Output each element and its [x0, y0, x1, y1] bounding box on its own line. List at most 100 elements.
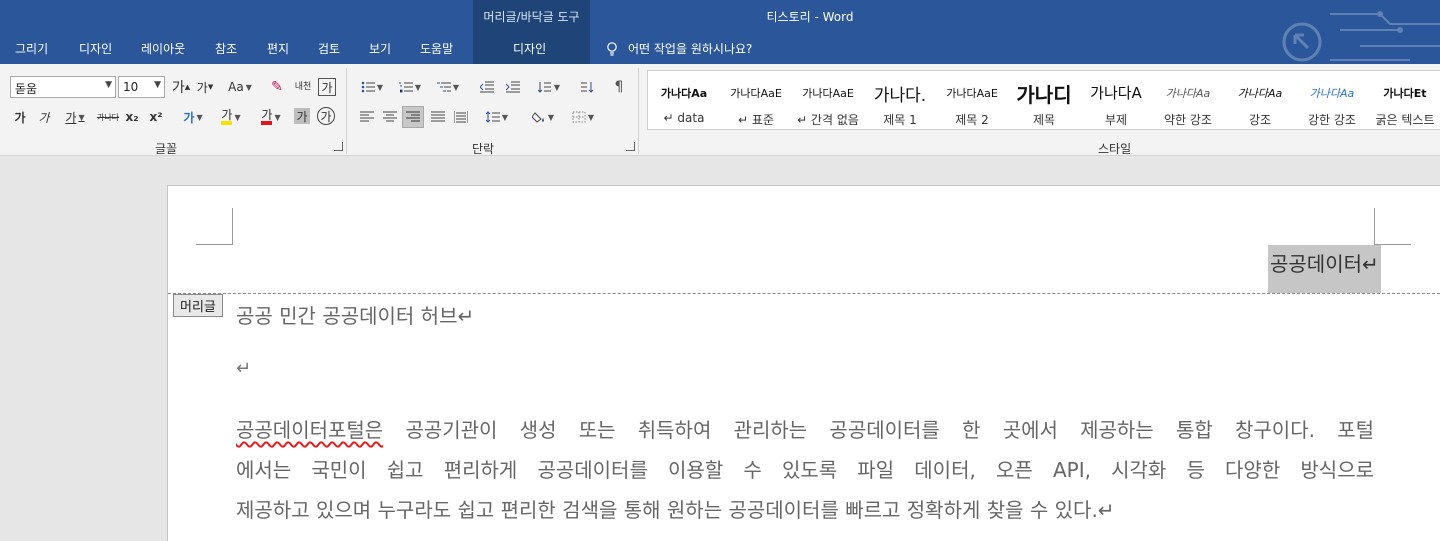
style-name: ↵ 표준 — [738, 113, 774, 127]
style-preview: 가나다Aa — [660, 87, 708, 100]
style-subtle-emphasis[interactable]: 가나다Aa 약한 강조 — [1152, 71, 1224, 129]
style-normal[interactable]: 가나다AaE ↵ 표준 — [720, 71, 792, 129]
empty-paragraph[interactable]: ↵ — [236, 358, 251, 379]
distributed-icon[interactable] — [450, 106, 472, 128]
tab-review[interactable]: 검토 — [318, 40, 340, 57]
spelling-error-word[interactable]: 공공데이터포털은 — [236, 418, 383, 442]
window-title: 티스토리 - Word — [766, 10, 854, 24]
bold-label: 가 — [14, 110, 26, 125]
style-preview: 가나다Aa — [1165, 87, 1211, 100]
font-dialog-launcher-icon[interactable] — [334, 142, 343, 151]
highlight-button[interactable]: 가 ▼ — [214, 106, 248, 128]
character-border-button[interactable]: 가 — [318, 78, 336, 96]
chevron-down-icon: ▼ — [105, 80, 112, 90]
body-line-1[interactable]: 공공데이터포털은 공공기관이 생성 또는 취득하여 관리하는 공공데이터를 한 … — [236, 414, 1374, 443]
header-text[interactable]: 공공데이터↵ — [1268, 245, 1381, 293]
style-title[interactable]: 가나디 제목 — [1008, 71, 1080, 129]
phonetic-guide-button[interactable]: 내천 — [292, 76, 314, 98]
font-size-combo[interactable]: 10 ▼ — [118, 76, 165, 98]
phonetic-guide-label: 내천 — [294, 81, 312, 92]
group-separator — [346, 68, 347, 154]
tab-layout[interactable]: 레이아웃 — [141, 40, 185, 57]
header-tag: 머리글 — [173, 294, 223, 317]
style-preview: 가나다A — [1090, 84, 1142, 102]
style-strong[interactable]: 가나다Et 굵은 텍스트 — [1368, 71, 1440, 129]
body-line-3[interactable]: 제공하고 있으며 누구라도 쉽고 편리한 검색을 통해 원하는 공공데이터를 빠… — [236, 494, 1115, 523]
increase-indent-icon[interactable] — [502, 76, 524, 98]
tab-view[interactable]: 보기 — [369, 40, 391, 57]
style-emphasis[interactable]: 가나다Aa 강조 — [1224, 71, 1296, 129]
tell-me-placeholder: 어떤 작업을 원하시나요? — [628, 42, 753, 56]
style-preview: 가나다Et — [1383, 87, 1427, 100]
change-case-button[interactable]: Aa ▼ — [222, 76, 258, 98]
font-size-value: 10 — [123, 80, 139, 94]
show-hide-marks-icon[interactable]: ¶ — [608, 76, 630, 98]
ribbon: 돋움 ▼ 10 ▼ 가 ▲ 가 ▼ Aa ▼ ✎ 내천 가 가 가 가 ▼ 가나다 x₂… — [0, 64, 1440, 156]
shading-icon[interactable]: ▼ — [526, 106, 560, 128]
grow-font-label: 가 — [171, 80, 185, 96]
change-case-label: Aa — [228, 80, 244, 94]
numbering-icon[interactable]: ▼ — [394, 76, 426, 98]
superscript-button[interactable]: x² — [146, 106, 166, 128]
font-color-button[interactable]: 가 ▼ — [254, 106, 288, 128]
grow-font-button[interactable]: 가 ▲ — [170, 76, 192, 98]
document-area: 공공데이터↵ 머리글 공공 민간 공공데이터 허브↵ ↵ 공공데이터포털은 공공… — [0, 157, 1440, 541]
heading-paragraph[interactable]: 공공 민간 공공데이터 허브↵ — [236, 300, 474, 329]
clear-formatting-icon[interactable]: ✎ — [266, 76, 288, 98]
text-direction-icon[interactable]: ▼ — [532, 76, 566, 98]
shrink-font-button[interactable]: 가 ▼ — [194, 76, 216, 98]
document-page[interactable]: 공공데이터↵ 머리글 공공 민간 공공데이터 허브↵ ↵ 공공데이터포털은 공공… — [167, 185, 1440, 541]
character-shading-button[interactable]: 가 — [294, 108, 310, 124]
style-name: 제목 2 — [955, 113, 989, 127]
tab-mailings[interactable]: 편지 — [267, 40, 289, 57]
highlight-label: 가 — [221, 109, 233, 125]
align-right-icon[interactable] — [402, 106, 424, 128]
subscript-button[interactable]: x₂ — [122, 106, 142, 128]
paragraph-dialog-launcher-icon[interactable] — [626, 142, 635, 151]
decrease-indent-icon[interactable] — [476, 76, 498, 98]
tab-draw[interactable]: 그리기 — [15, 40, 48, 57]
justify-icon[interactable] — [427, 106, 449, 128]
multilevel-list-icon[interactable]: ▼ — [432, 76, 464, 98]
italic-button[interactable]: 가 — [34, 106, 54, 128]
style-name: 약한 강조 — [1164, 113, 1212, 127]
line-spacing-icon[interactable]: ▼ — [480, 106, 514, 128]
style-name: 부제 — [1104, 113, 1128, 127]
styles-gallery: 가나다Aa ↵ data 가나다AaE ↵ 표준 가나다AaE ↵ 간격 없음 … — [647, 70, 1440, 130]
text-effects-button[interactable]: 가 ▼ — [176, 106, 210, 128]
tab-references[interactable]: 참조 — [215, 40, 237, 57]
body-line-2[interactable]: 에서는 국민이 쉽고 편리하게 공공데이터를 이용할 수 있도록 파일 데이터,… — [236, 454, 1374, 483]
group-separator — [638, 68, 639, 154]
strikethrough-button[interactable]: 가나다 — [96, 106, 120, 128]
tab-help[interactable]: 도움말 — [420, 40, 453, 57]
style-subtitle[interactable]: 가나다A 부제 — [1080, 71, 1152, 129]
character-border-label: 가 — [321, 80, 333, 95]
align-left-icon[interactable] — [356, 106, 378, 128]
tab-design[interactable]: 디자인 — [79, 40, 112, 57]
style-name: 제목 1 — [883, 113, 917, 127]
style-intense-emphasis[interactable]: 가나다Aa 강한 강조 — [1296, 71, 1368, 129]
align-center-icon[interactable] — [379, 106, 401, 128]
contextual-tab-group-label: 머리글/바닥글 도구 — [483, 10, 580, 24]
style-name: 제목 — [1032, 113, 1056, 127]
borders-icon[interactable]: ▼ — [566, 106, 600, 128]
font-name-combo[interactable]: 돋움 ▼ — [10, 76, 116, 98]
style-no-spacing[interactable]: 가나다AaE ↵ 간격 없음 — [792, 71, 864, 129]
chevron-down-icon: ▼ — [154, 80, 161, 90]
tab-header-footer-design[interactable]: 디자인 — [513, 40, 546, 57]
enclose-characters-button[interactable]: 가 — [317, 107, 335, 125]
sort-icon[interactable] — [576, 76, 598, 98]
character-shading-label: 가 — [296, 109, 308, 124]
font-name-value: 돋움 — [15, 82, 38, 96]
tell-me-box[interactable]: 어떤 작업을 원하시나요? — [606, 40, 752, 57]
bullets-icon[interactable]: ▼ — [356, 76, 388, 98]
body-line-1-text: 공공기관이 생성 또는 취득하여 관리하는 공공데이터를 한 곳에서 제공하는 … — [383, 418, 1374, 442]
style-preview: 가나다AaE — [730, 87, 782, 100]
shrink-font-label: 가 — [196, 80, 208, 95]
underline-button[interactable]: 가 ▼ — [58, 106, 92, 128]
style-heading-2[interactable]: 가나다AaE 제목 2 — [936, 71, 1008, 129]
style-data[interactable]: 가나다Aa ↵ data — [648, 71, 720, 129]
bold-button[interactable]: 가 — [10, 106, 30, 128]
style-heading-1[interactable]: 가나다. 제목 1 — [864, 71, 936, 129]
style-name: 굵은 텍스트 — [1375, 113, 1435, 127]
